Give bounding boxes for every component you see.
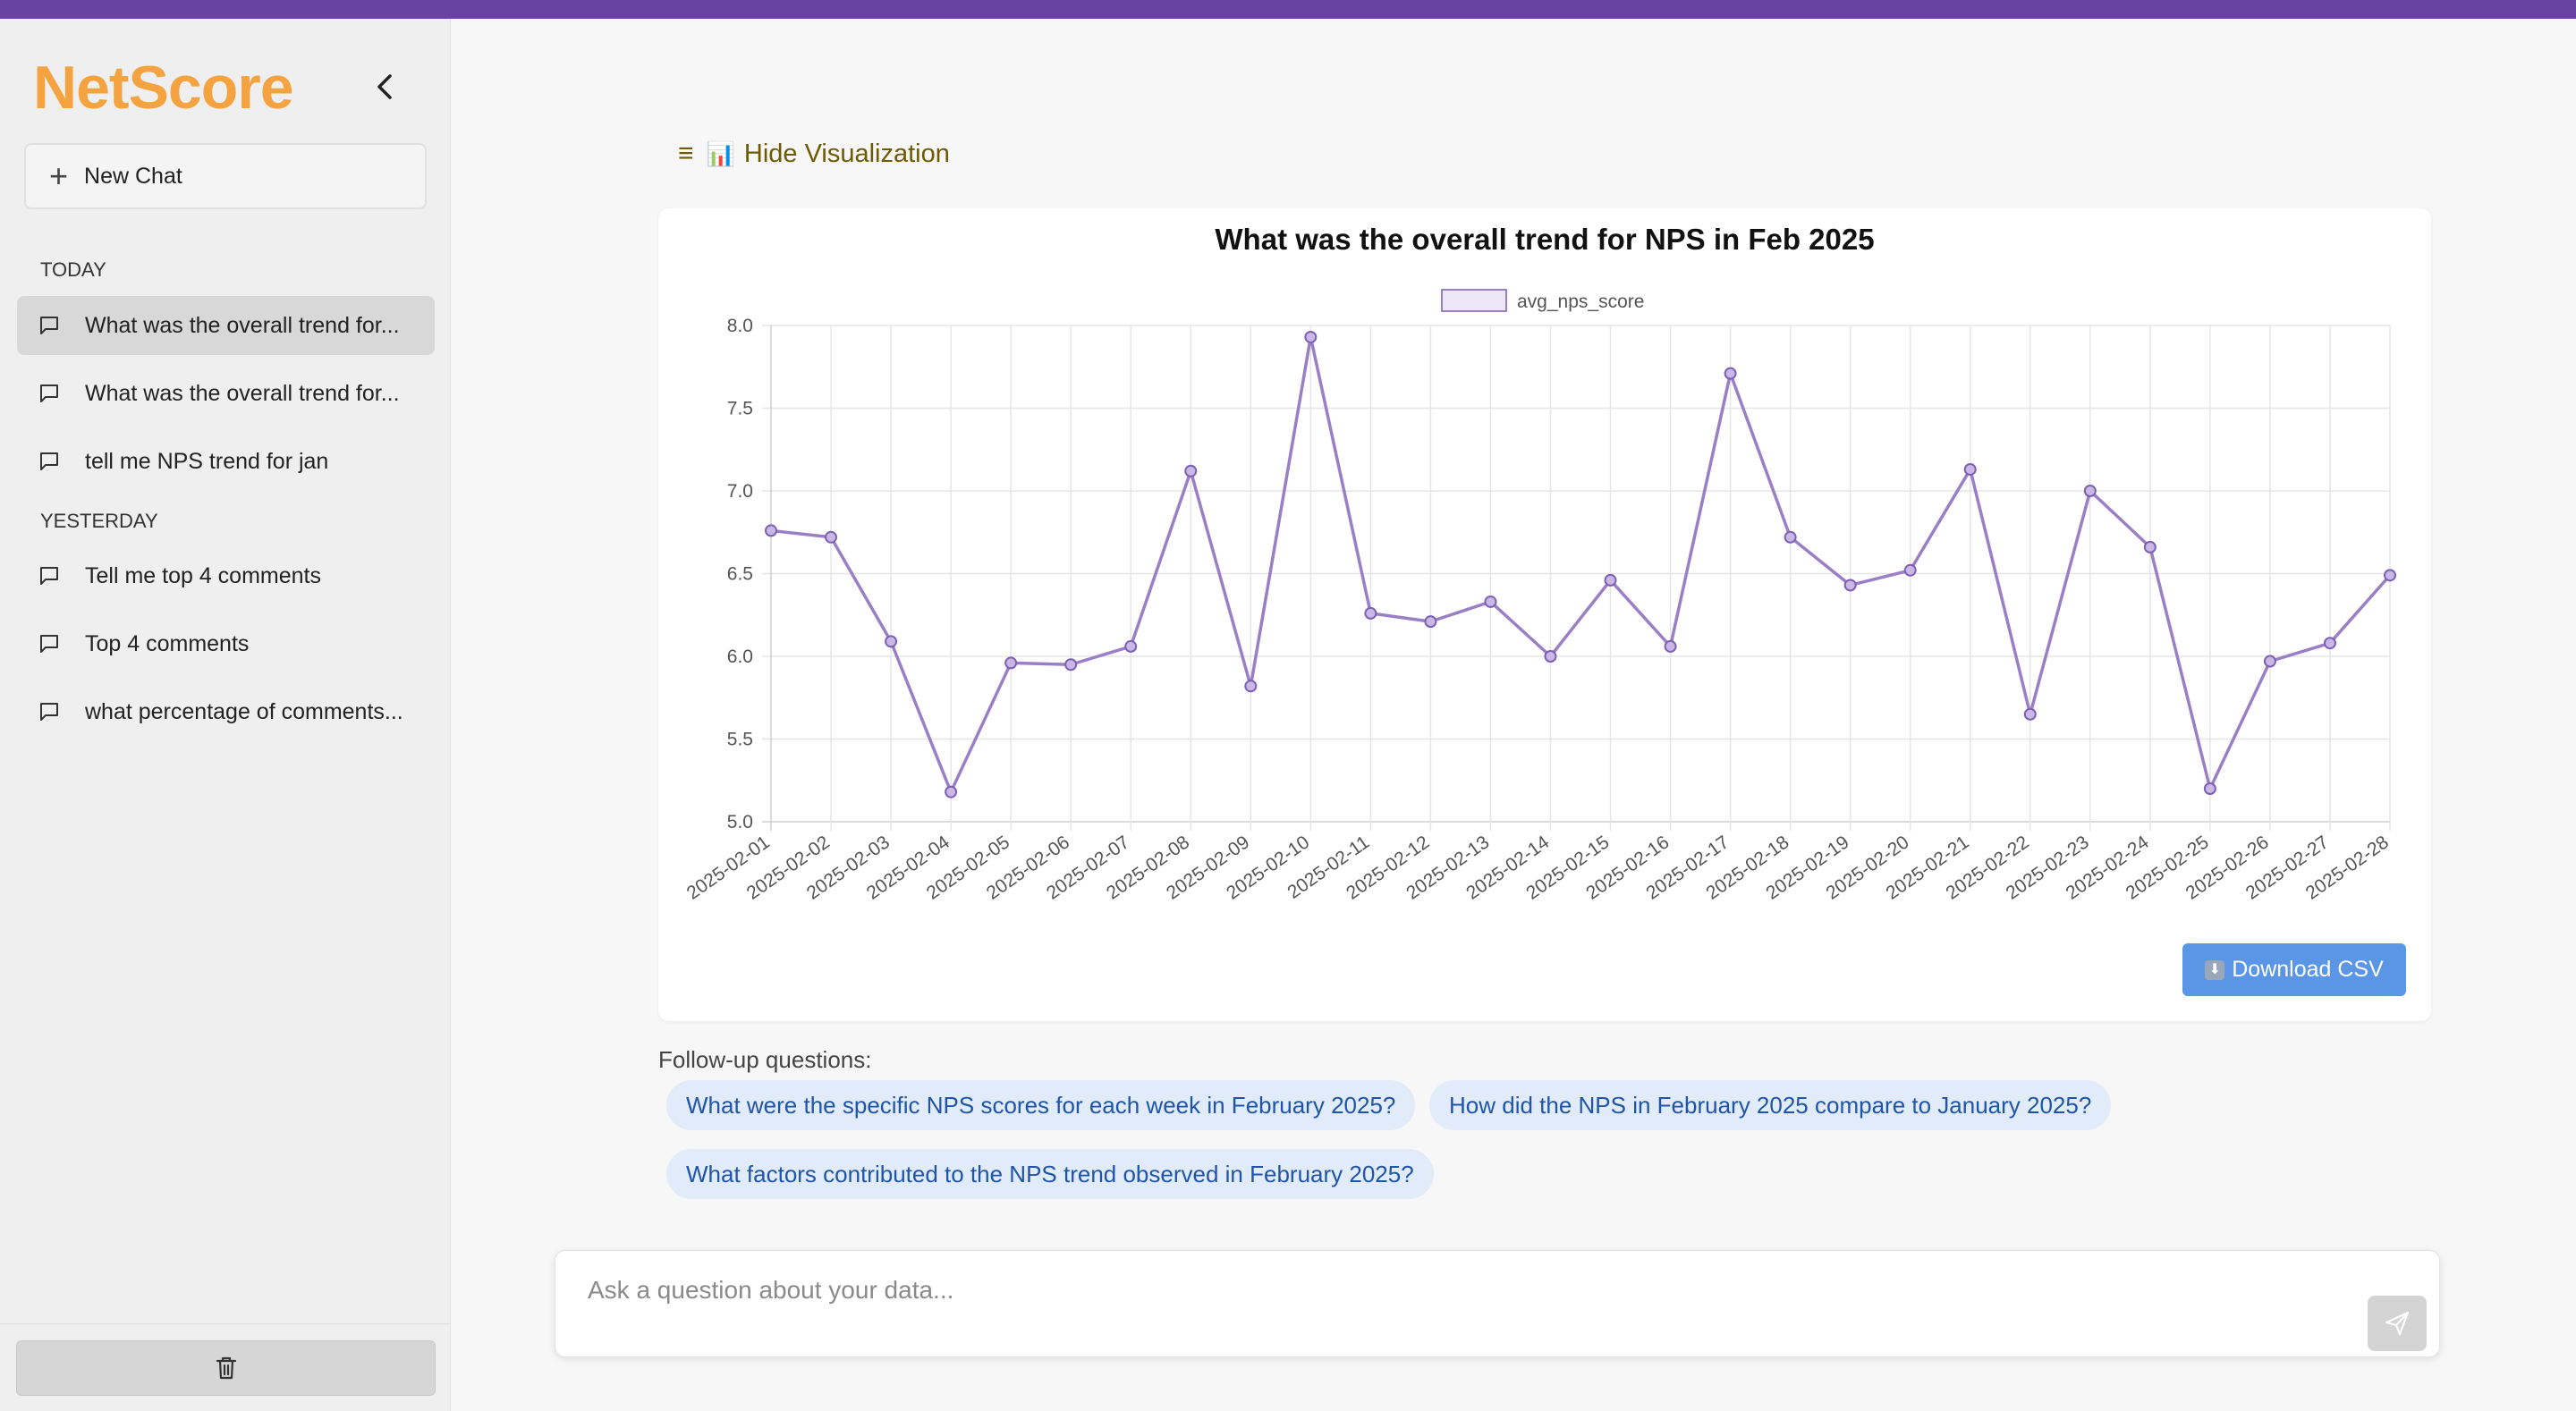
chat-bubble-icon	[40, 384, 58, 402]
data-point	[2203, 782, 2216, 795]
data-point	[945, 785, 958, 798]
chat-history-label: What was the overall trend for...	[85, 312, 400, 338]
data-point	[1424, 615, 1437, 629]
send-button[interactable]	[2368, 1296, 2427, 1351]
chat-history-item[interactable]: Top 4 comments	[17, 614, 435, 673]
followup-label: Follow-up questions:	[658, 1046, 872, 1073]
data-point	[1364, 606, 1377, 620]
chat-bubble-icon	[40, 635, 58, 653]
chat-history-label: Top 4 comments	[85, 630, 250, 656]
chat-history-item[interactable]: What was the overall trend for...	[17, 296, 435, 355]
data-point	[1664, 639, 1677, 653]
data-point	[1544, 650, 1557, 663]
data-point	[1184, 464, 1198, 477]
new-chat-button[interactable]: + New Chat	[24, 143, 427, 209]
data-point	[1124, 639, 1138, 653]
delete-history-button[interactable]	[16, 1340, 436, 1396]
y-tick-label: 6.5	[727, 564, 753, 585]
y-tick-label: 5.0	[727, 812, 753, 832]
chart-card: What was the overall trend for NPS in Fe…	[658, 208, 2431, 1021]
chat-bubble-icon	[40, 452, 58, 470]
chat-history-label: tell me NPS trend for jan	[85, 448, 329, 474]
send-icon	[2385, 1311, 2410, 1336]
chat-bubble-icon	[40, 567, 58, 585]
chat-history-label: What was the overall trend for...	[85, 380, 400, 406]
data-point	[1064, 658, 1078, 672]
chat-history-item[interactable]: Tell me top 4 comments	[17, 546, 435, 605]
y-tick-label: 7.5	[727, 399, 753, 419]
section-label-today: TODAY	[40, 258, 106, 281]
new-chat-label: New Chat	[84, 163, 182, 189]
download-csv-label: Download CSV	[2232, 957, 2384, 982]
plus-icon: +	[49, 157, 69, 194]
sidebar-footer-divider	[0, 1323, 451, 1324]
legend-label: avg_nps_score	[1517, 291, 1644, 312]
collapse-sidebar-button[interactable]	[365, 67, 404, 106]
chart-title: What was the overall trend for NPS in Fe…	[1215, 223, 1874, 256]
question-input[interactable]	[588, 1276, 2287, 1312]
data-point	[2384, 569, 2396, 582]
download-icon: ⬇	[2205, 959, 2225, 980]
data-point	[2323, 637, 2336, 650]
nps-line-chart: What was the overall trend for NPS in Fe…	[683, 223, 2396, 904]
y-tick-label: 8.0	[727, 316, 753, 336]
series-line-avg-nps-score	[770, 335, 2392, 794]
chat-history-label: Tell me top 4 comments	[85, 562, 321, 588]
data-point	[1963, 462, 1977, 476]
menu-icon: ≡	[678, 139, 694, 168]
data-point	[2023, 707, 2037, 721]
y-tick-label: 5.5	[727, 730, 753, 750]
app-root: NetScore + New Chat TODAY What was the o…	[0, 0, 2576, 1411]
chat-history-label: what percentage of comments...	[85, 698, 403, 724]
trash-icon	[216, 1356, 236, 1380]
data-point	[1604, 573, 1617, 587]
hide-visualization-label: Hide Visualization	[743, 139, 950, 168]
y-tick-label: 7.0	[727, 481, 753, 502]
followup-chip[interactable]: How did the NPS in February 2025 compare…	[1429, 1080, 2112, 1130]
followup-chip[interactable]: What were the specific NPS scores for ea…	[666, 1080, 1416, 1130]
app-logo: NetScore	[33, 54, 294, 122]
chat-history-item[interactable]: What was the overall trend for...	[17, 364, 435, 423]
followup-chip[interactable]: What factors contributed to the NPS tren…	[666, 1149, 1434, 1199]
data-point	[1903, 563, 1917, 577]
top-bar	[0, 0, 2576, 19]
data-point	[1724, 367, 1737, 380]
sidebar: NetScore + New Chat TODAY What was the o…	[0, 19, 451, 1411]
hide-visualization-toggle[interactable]: ≡ 📊 Hide Visualization	[678, 134, 950, 173]
data-point	[1304, 330, 1318, 343]
question-input-box	[555, 1250, 2440, 1357]
section-label-yesterday: YESTERDAY	[40, 510, 158, 532]
data-point	[1004, 656, 1018, 670]
data-point	[2083, 485, 2097, 497]
data-point	[885, 635, 898, 648]
data-point	[1784, 530, 1797, 544]
chat-history-item[interactable]: what percentage of comments...	[17, 682, 435, 741]
chevron-left-icon	[377, 74, 392, 99]
legend-swatch	[1441, 289, 1507, 312]
data-point	[1244, 680, 1258, 693]
data-point	[1843, 579, 1857, 592]
chat-bubble-icon	[40, 703, 58, 721]
data-point	[1484, 595, 1497, 608]
chat-history-item[interactable]: tell me NPS trend for jan	[17, 432, 435, 491]
data-point	[825, 530, 838, 544]
y-tick-label: 6.0	[727, 646, 753, 667]
data-point	[2143, 540, 2157, 553]
data-point	[2263, 655, 2276, 668]
bar-chart-icon: 📊	[706, 139, 735, 167]
download-csv-button[interactable]: ⬇ Download CSV	[2182, 943, 2406, 996]
data-point	[765, 524, 777, 537]
chat-bubble-icon	[40, 317, 58, 334]
